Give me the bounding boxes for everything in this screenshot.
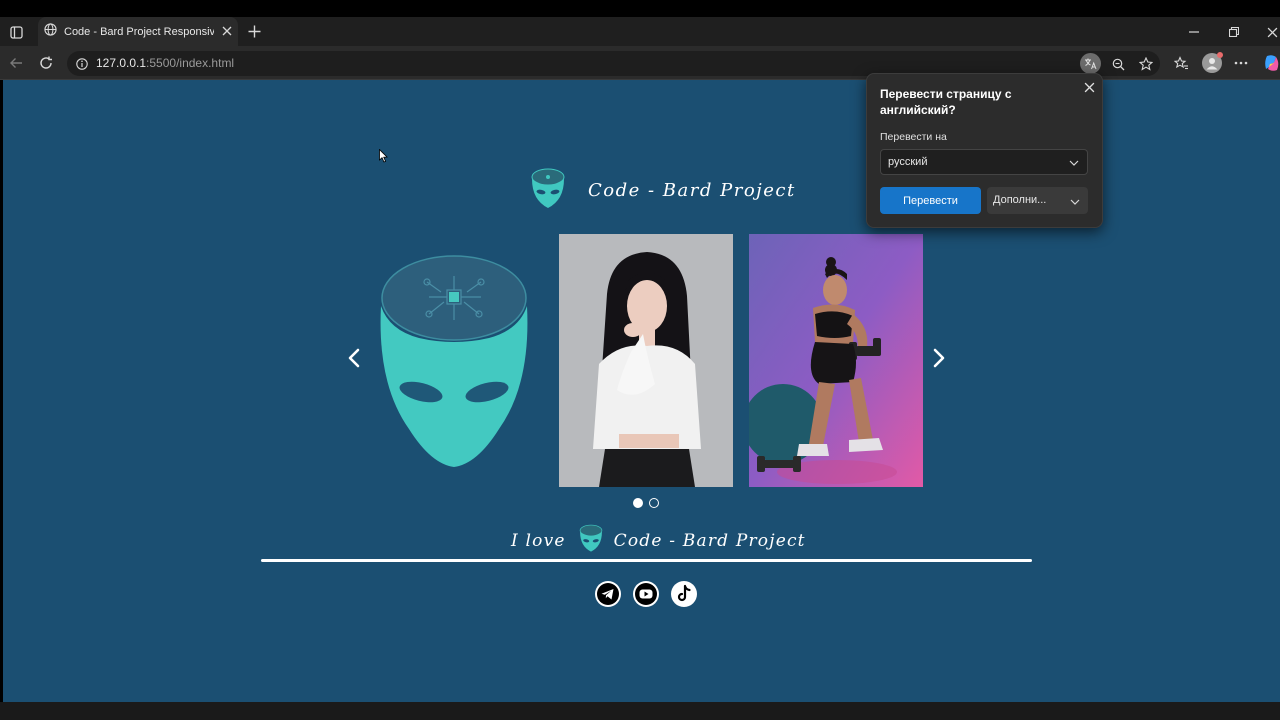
globe-icon xyxy=(44,22,57,41)
new-tab-icon[interactable] xyxy=(246,23,262,39)
translate-target-value: русский xyxy=(888,156,928,168)
more-menu-icon[interactable] xyxy=(1233,55,1249,71)
tab-active[interactable]: Code - Bard Project Responsive C xyxy=(38,17,238,46)
translate-popup: Перевести страницу с английский? Перевес… xyxy=(866,73,1103,228)
window-top-edge xyxy=(0,0,1280,17)
close-tab-icon[interactable] xyxy=(220,24,234,38)
info-icon[interactable] xyxy=(75,57,88,70)
favorites-icon[interactable] xyxy=(1173,55,1189,71)
translate-button[interactable]: Перевести xyxy=(880,187,981,214)
carousel-dot-2[interactable] xyxy=(649,498,659,508)
close-popup-icon[interactable] xyxy=(1082,80,1096,94)
brand-header: Code - Bard Project xyxy=(530,166,796,215)
carousel-slide-logo[interactable] xyxy=(369,234,543,487)
carousel-dot-1[interactable] xyxy=(633,498,643,508)
url-host: 127.0.0.1 xyxy=(96,56,147,70)
window-bottom-edge xyxy=(0,702,1280,720)
carousel-slide-photo-woman-hair[interactable] xyxy=(559,234,733,487)
carousel-slide-photo-fitness[interactable] xyxy=(749,234,923,487)
carousel-indicators xyxy=(633,498,659,508)
tab-actions-icon[interactable] xyxy=(8,24,24,40)
zoom-icon[interactable] xyxy=(1111,57,1125,71)
url-path: :5500/index.html xyxy=(146,56,235,70)
copilot-icon[interactable] xyxy=(1264,54,1280,72)
more-options-label: Дополни... xyxy=(993,194,1047,206)
more-options-button[interactable]: Дополни... xyxy=(987,187,1088,214)
back-icon[interactable] xyxy=(8,55,24,71)
telegram-icon[interactable] xyxy=(595,581,621,607)
tiktok-icon[interactable] xyxy=(671,581,697,607)
notification-dot xyxy=(1217,52,1223,58)
translate-popup-title: Перевести страницу с английский? xyxy=(880,87,1012,117)
close-window-icon[interactable] xyxy=(1264,24,1280,40)
mouse-cursor-icon xyxy=(379,148,389,168)
tab-strip: Code - Bard Project Responsive C xyxy=(0,17,1280,46)
chevron-down-icon xyxy=(1069,158,1079,170)
brand-title: Code - Bard Project xyxy=(588,180,796,201)
translate-target-label: Перевести на xyxy=(880,131,947,143)
minimize-icon[interactable] xyxy=(1186,24,1202,40)
url-text: 127.0.0.1:5500/index.html xyxy=(96,56,234,70)
youtube-icon[interactable] xyxy=(633,581,659,607)
favorite-star-icon[interactable] xyxy=(1138,56,1153,71)
profile-avatar[interactable] xyxy=(1202,52,1223,73)
carousel-next-button[interactable] xyxy=(926,346,950,370)
translate-icon[interactable] xyxy=(1080,53,1101,74)
translate-target-select[interactable]: русский xyxy=(880,149,1088,175)
footer-prefix: I love xyxy=(511,530,566,551)
footer-tagline: I love Code - Bard Project xyxy=(511,523,806,558)
chevron-down-icon xyxy=(1070,197,1080,209)
carousel-prev-button[interactable] xyxy=(343,346,367,370)
reload-icon[interactable] xyxy=(38,55,54,71)
footer-brand: Code - Bard Project xyxy=(613,530,806,551)
footer-divider xyxy=(261,559,1032,562)
alien-logo-icon xyxy=(530,166,566,215)
tab-title: Code - Bard Project Responsive C xyxy=(64,25,214,38)
restore-icon[interactable] xyxy=(1226,24,1242,40)
footer-alien-icon xyxy=(578,523,604,558)
